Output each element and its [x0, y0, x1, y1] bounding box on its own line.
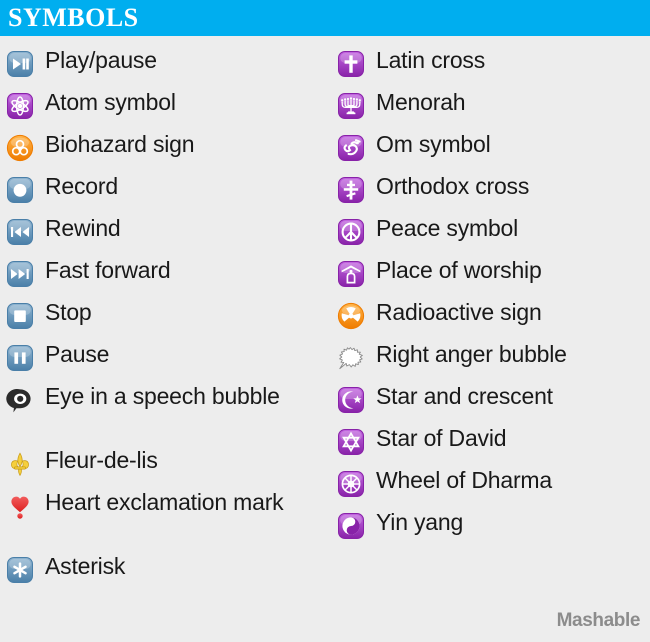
- stop-icon: [6, 302, 34, 330]
- orthodox-cross-icon: [337, 176, 365, 204]
- symbol-label: Wheel of Dharma: [376, 467, 552, 493]
- menorah-icon: [337, 92, 365, 120]
- symbol-row[interactable]: Menorah: [331, 88, 650, 130]
- fast-forward-icon: [6, 260, 34, 288]
- atom-symbol-icon: [6, 92, 34, 120]
- header-bar: SYMBOLS: [0, 0, 650, 36]
- symbol-label: Atom symbol: [45, 89, 176, 115]
- symbol-label: Star and crescent: [376, 383, 553, 409]
- symbol-label: Heart exclamation mark: [45, 489, 284, 515]
- pause-icon: [6, 344, 34, 372]
- symbol-label: Right anger bubble: [376, 341, 567, 367]
- symbol-row[interactable]: Orthodox cross: [331, 172, 650, 214]
- symbol-label: Eye in a speech bubble: [45, 383, 280, 409]
- symbol-row[interactable]: Heart exclamation mark: [0, 488, 325, 552]
- symbol-row[interactable]: Play/pause: [0, 46, 325, 88]
- right-anger-bubble-icon: [337, 344, 365, 372]
- symbol-row[interactable]: Asterisk: [0, 552, 325, 594]
- right-column: Latin cross Menorah Om symbol Orthodox cros…: [325, 36, 650, 642]
- symbol-label: Om symbol: [376, 131, 491, 157]
- symbol-row[interactable]: Wheel of Dharma: [331, 466, 650, 508]
- asterisk-icon: [6, 556, 34, 584]
- symbol-row[interactable]: Right anger bubble: [331, 340, 650, 382]
- record-icon: [6, 176, 34, 204]
- symbol-label: Biohazard sign: [45, 131, 195, 157]
- symbol-label: Star of David: [376, 425, 507, 451]
- wheel-of-dharma-icon: [337, 470, 365, 498]
- symbol-label: Asterisk: [45, 553, 126, 579]
- yin-yang-icon: [337, 512, 365, 540]
- star-of-david-icon: [337, 428, 365, 456]
- symbol-row[interactable]: Star and crescent: [331, 382, 650, 424]
- symbol-label: Menorah: [376, 89, 466, 115]
- symbol-label: Peace symbol: [376, 215, 519, 241]
- symbol-row[interactable]: Fleur-de-lis: [0, 446, 325, 488]
- symbol-row[interactable]: Record: [0, 172, 325, 214]
- symbol-row[interactable]: Fast forward: [0, 256, 325, 298]
- symbol-row[interactable]: Stop: [0, 298, 325, 340]
- latin-cross-icon: [337, 50, 365, 78]
- symbol-label: Fleur-de-lis: [45, 447, 158, 473]
- radioactive-sign-icon: [337, 302, 365, 330]
- symbol-row[interactable]: Biohazard sign: [0, 130, 325, 172]
- mashable-watermark: Mashable: [556, 610, 641, 631]
- symbol-label: Stop: [45, 299, 92, 325]
- play-pause-icon: [6, 50, 34, 78]
- symbol-row[interactable]: Rewind: [0, 214, 325, 256]
- peace-symbol-icon: [337, 218, 365, 246]
- om-symbol-icon: [337, 134, 365, 162]
- symbol-label: Play/pause: [45, 47, 157, 73]
- star-and-crescent-icon: [337, 386, 365, 414]
- symbol-label: Radioactive sign: [376, 299, 542, 325]
- symbol-label: Fast forward: [45, 257, 171, 283]
- symbol-row[interactable]: Eye in a speech bubble: [0, 382, 325, 446]
- place-of-worship-icon: [337, 260, 365, 288]
- symbol-row[interactable]: Pause: [0, 340, 325, 382]
- symbol-row[interactable]: Star of David: [331, 424, 650, 466]
- biohazard-sign-icon: [6, 134, 34, 162]
- symbol-row[interactable]: Peace symbol: [331, 214, 650, 256]
- page-title: SYMBOLS: [8, 3, 139, 32]
- symbols-list: Play/pause Atom symbol Biohazard sign Recor…: [0, 36, 650, 642]
- fleur-de-lis-icon: [6, 450, 34, 478]
- symbol-label: Latin cross: [376, 47, 486, 73]
- symbol-row[interactable]: Atom symbol: [0, 88, 325, 130]
- symbol-label: Place of worship: [376, 257, 542, 283]
- symbol-row[interactable]: Place of worship: [331, 256, 650, 298]
- symbol-label: Rewind: [45, 215, 121, 241]
- symbol-row[interactable]: Latin cross: [331, 46, 650, 88]
- left-column: Play/pause Atom symbol Biohazard sign Recor…: [0, 36, 325, 642]
- heart-exclamation-icon: [6, 492, 34, 520]
- symbol-label: Orthodox cross: [376, 173, 530, 199]
- rewind-icon: [6, 218, 34, 246]
- symbol-row[interactable]: Om symbol: [331, 130, 650, 172]
- symbol-row[interactable]: Radioactive sign: [331, 298, 650, 340]
- symbol-label: Pause: [45, 341, 110, 367]
- eye-in-speech-bubble-icon: [6, 386, 34, 414]
- symbol-label: Yin yang: [376, 509, 464, 535]
- symbol-label: Record: [45, 173, 118, 199]
- symbol-row[interactable]: Yin yang: [331, 508, 650, 550]
